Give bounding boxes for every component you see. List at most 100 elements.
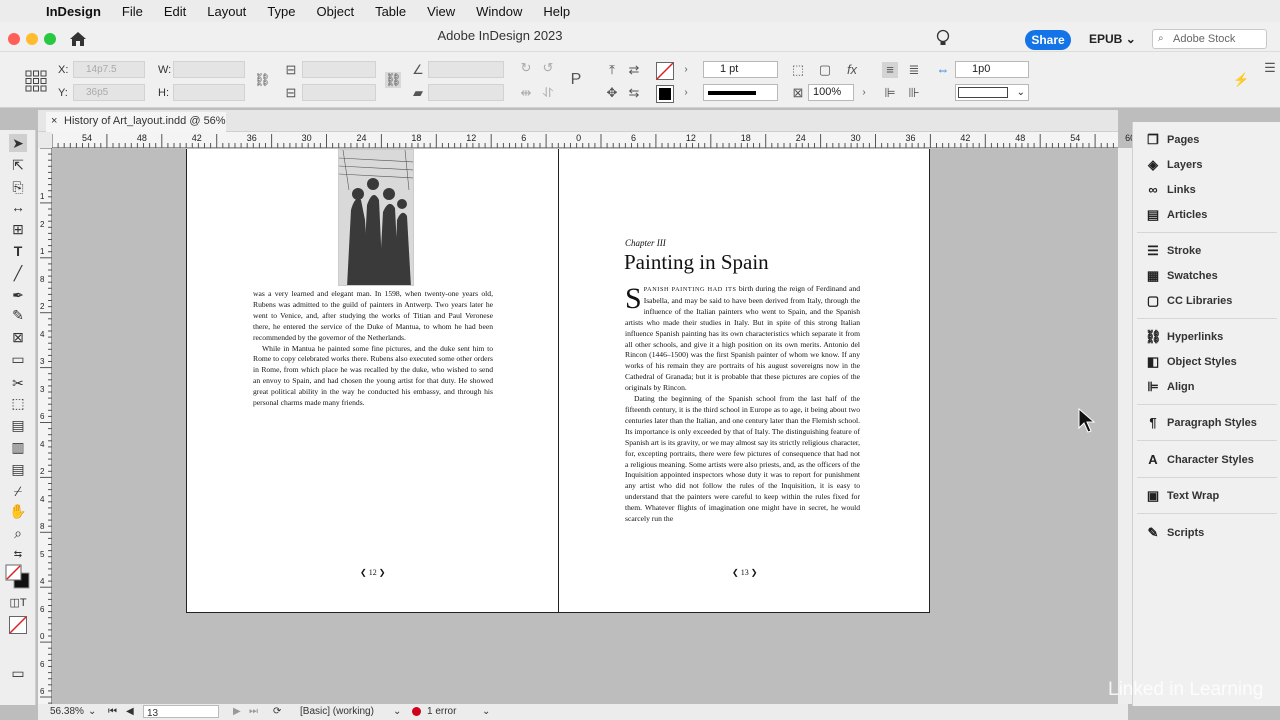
formatting-affects-container-icon[interactable]: ◫T (9, 594, 27, 612)
close-tab-icon[interactable]: × (51, 112, 57, 131)
auto-fit-icon[interactable]: ⬚ (790, 62, 806, 78)
hand-tool-icon[interactable]: ✋ (9, 502, 27, 520)
quick-actions-icon[interactable]: ⚡ (1233, 72, 1249, 88)
opacity-chevron-icon[interactable]: › (856, 85, 872, 101)
constrain-scale-icon[interactable]: ⛓ (385, 72, 402, 88)
rotation-field[interactable] (428, 61, 504, 78)
character-styles-panel-button[interactable]: A Character Styles (1137, 449, 1277, 471)
menu-window[interactable]: Window (476, 4, 522, 19)
flip-horizontal-icon[interactable]: ⇹ (518, 85, 534, 101)
lightbulb-icon[interactable] (936, 29, 950, 47)
selection-tool-icon[interactable]: ➤ (9, 134, 27, 152)
constrain-proportions-icon[interactable]: ⛓ (254, 72, 271, 88)
menu-app[interactable]: InDesign (46, 4, 101, 19)
fill-menu-chevron-icon[interactable]: › (678, 62, 694, 78)
stroke-weight-field[interactable]: 1 pt (703, 61, 778, 78)
rotate-counterclockwise-icon[interactable]: ↺ (540, 60, 556, 76)
menu-help[interactable]: Help (543, 4, 570, 19)
previous-page-icon[interactable]: ◀ (126, 706, 134, 717)
select-previous-icon[interactable]: ⇄ (626, 62, 642, 78)
menu-table[interactable]: Table (375, 4, 406, 19)
articles-panel-button[interactable]: ▤ Articles (1137, 204, 1277, 226)
type-tool-icon[interactable]: T (9, 242, 27, 260)
control-panel-menu-icon[interactable]: ☰ (1262, 60, 1278, 76)
scale-y-field[interactable] (302, 84, 376, 101)
scripts-panel-button[interactable]: ✎ Scripts (1137, 522, 1277, 544)
stroke-type-select[interactable] (703, 84, 778, 101)
reference-point-icon[interactable] (25, 70, 47, 92)
apple-menu-icon[interactable] (18, 3, 32, 19)
gradient-swatch-tool-icon[interactable]: ▤ (9, 416, 27, 434)
shear-field[interactable] (428, 84, 504, 101)
select-content-icon[interactable]: ✥ (604, 85, 620, 101)
document-tab[interactable]: × History of Art_layout.indd @ 56% (46, 112, 226, 132)
flip-vertical-icon[interactable]: ⥯ (540, 85, 556, 101)
align-center-icon[interactable]: ≣ (906, 62, 922, 78)
rotate-clockwise-icon[interactable]: ↻ (518, 60, 534, 76)
ruler-origin[interactable] (38, 132, 52, 148)
stroke-black-swatch-icon[interactable] (656, 85, 674, 103)
page-number-field[interactable]: 13 (143, 705, 219, 719)
zoom-level-field[interactable]: 56.38% (50, 706, 84, 717)
scale-x-field[interactable] (302, 61, 376, 78)
fill-stroke-swatches-icon[interactable] (5, 564, 31, 590)
menu-edit[interactable]: Edit (164, 4, 186, 19)
line-tool-icon[interactable]: ╱ (9, 264, 27, 282)
preflight-chevron-icon[interactable]: ⌄ (393, 706, 401, 717)
menu-layout[interactable]: Layout (207, 4, 246, 19)
fill-none-swatch-icon[interactable] (656, 62, 674, 80)
adobe-stock-search[interactable]: ⌕ Adobe Stock (1152, 29, 1267, 49)
cc-libraries-panel-button[interactable]: ▢ CC Libraries (1137, 290, 1277, 312)
links-panel-button[interactable]: ∞ Links (1137, 179, 1277, 201)
pencil-tool-icon[interactable]: ✎ (9, 306, 27, 324)
height-field[interactable] (173, 84, 245, 101)
preflight-errors-label[interactable]: 1 error (427, 706, 456, 717)
scale-y-icon[interactable]: ⊟ (283, 85, 299, 101)
select-next-icon[interactable]: ⇆ (626, 85, 642, 101)
style-select[interactable]: ⌄ (955, 84, 1029, 101)
drop-shadow-icon[interactable]: ▢ (817, 62, 833, 78)
eyedropper-tool-icon[interactable]: ⌿ (9, 482, 27, 500)
gradient-feather-tool-icon[interactable]: ▥ (9, 438, 27, 456)
apply-none-icon[interactable] (9, 616, 27, 634)
share-button[interactable]: Share (1025, 30, 1071, 50)
object-styles-panel-button[interactable]: ◧ Object Styles (1137, 351, 1277, 373)
text-frame-icon[interactable]: P (568, 72, 584, 88)
distribute-left-icon[interactable]: ⊫ (882, 85, 898, 101)
shear-angle-icon[interactable]: ▰ (410, 85, 426, 101)
first-page-icon[interactable]: ⏮ (108, 706, 117, 717)
errors-chevron-icon[interactable]: ⌄ (482, 706, 490, 717)
x-position-field[interactable]: 14p7.5 (73, 61, 145, 78)
pen-tool-icon[interactable]: ✒ (9, 286, 27, 304)
distribute-center-icon[interactable]: ⊪ (906, 85, 922, 101)
free-transform-tool-icon[interactable]: ⬚ (9, 394, 27, 412)
direct-selection-tool-icon[interactable]: ⇱ (9, 156, 27, 174)
stroke-panel-button[interactable]: ☰ Stroke (1137, 240, 1277, 262)
align-panel-button[interactable]: ⊫ Align (1137, 376, 1277, 398)
text-wrap-panel-button[interactable]: ▣ Text Wrap (1137, 485, 1277, 507)
left-page-text-frame[interactable]: was a very learned and elegant man. In 1… (253, 289, 493, 409)
engraving-illustration[interactable] (338, 149, 414, 286)
chapter-label[interactable]: Chapter III (625, 238, 666, 248)
layers-panel-button[interactable]: ◈ Layers (1137, 154, 1277, 176)
width-field[interactable] (173, 61, 245, 78)
hyperlinks-panel-button[interactable]: ⛓ Hyperlinks (1137, 326, 1277, 348)
menu-type[interactable]: Type (267, 4, 295, 19)
opacity-field[interactable]: 100% (808, 84, 854, 101)
preflight-profile-label[interactable]: [Basic] (working) (300, 706, 374, 717)
menu-object[interactable]: Object (317, 4, 355, 19)
page-tool-icon[interactable]: ⎘ (9, 178, 27, 196)
zoom-chevron-icon[interactable]: ⌄ (88, 706, 96, 717)
stroke-menu-chevron-icon[interactable]: › (678, 85, 694, 101)
content-collector-icon[interactable]: ⊞ (9, 220, 27, 238)
rectangle-tool-icon[interactable]: ▭ (9, 350, 27, 368)
pages-panel-button[interactable]: ❐ Pages (1137, 129, 1277, 151)
rectangle-frame-tool-icon[interactable]: ⊠ (9, 328, 27, 346)
vertical-ruler[interactable]: 1 2 1 8 2 4 3 3 6 4 2 4 8 5 4 6 0 6 6 (38, 148, 52, 704)
menu-file[interactable]: File (122, 4, 143, 19)
select-container-icon[interactable]: ⤒ (604, 62, 620, 78)
y-position-field[interactable]: 36p5 (73, 84, 145, 101)
next-page-icon[interactable]: ▶ (233, 706, 241, 717)
scale-x-icon[interactable]: ⊟ (283, 62, 299, 78)
rotate-angle-icon[interactable]: ∠ (410, 62, 426, 78)
